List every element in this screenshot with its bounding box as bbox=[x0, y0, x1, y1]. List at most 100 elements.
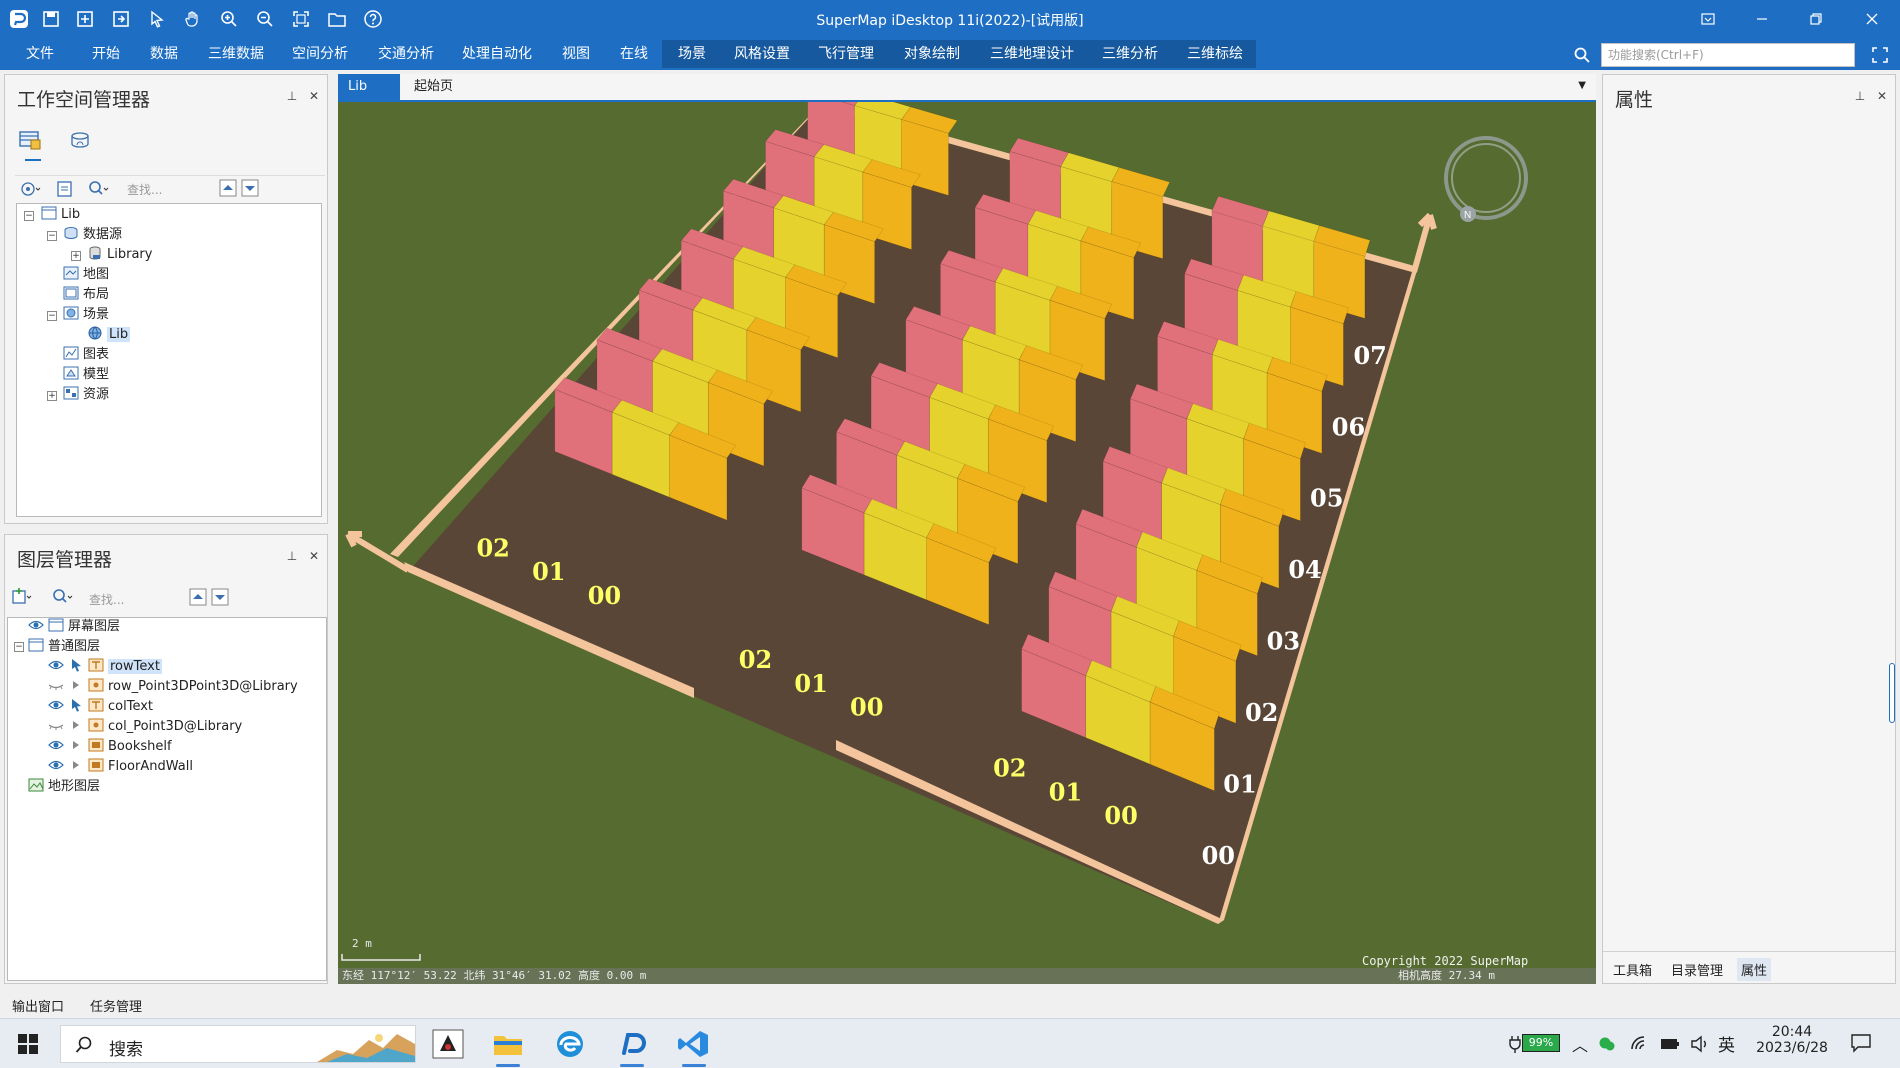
notification-icon[interactable] bbox=[1850, 1033, 1872, 1053]
menu-flight[interactable]: 飞行管理 bbox=[816, 38, 876, 70]
tab-toolbox[interactable]: 工具箱 bbox=[1613, 960, 1652, 979]
menu-3d-geo-design[interactable]: 三维地理设计 bbox=[988, 38, 1076, 70]
layer-row[interactable]: colText bbox=[48, 698, 153, 716]
workspace-view-icon[interactable] bbox=[17, 127, 43, 153]
minimize-button[interactable] bbox=[1742, 6, 1782, 32]
tree-node-layouts[interactable]: 布局 bbox=[63, 286, 109, 304]
restore-button[interactable] bbox=[1796, 6, 1836, 32]
open-folder-icon[interactable] bbox=[326, 8, 348, 30]
tab-task-manager[interactable]: 任务管理 bbox=[90, 996, 142, 1015]
play-arrow-icon[interactable] bbox=[68, 718, 84, 732]
tab-output-window[interactable]: 输出窗口 bbox=[12, 996, 64, 1015]
battery-indicator[interactable]: 99% bbox=[1522, 1034, 1560, 1052]
wechat-icon[interactable] bbox=[1598, 1035, 1616, 1053]
pin-icon[interactable]: ⊥ bbox=[285, 89, 299, 103]
menu-style[interactable]: 风格设置 bbox=[732, 38, 792, 70]
power-plug-icon[interactable] bbox=[1508, 1035, 1522, 1053]
expand-toggle[interactable]: + bbox=[71, 251, 81, 261]
scene-viewport[interactable]: N 07 06 05 04 03 02 01 00 02 01 00 02 01 00 02 01 00 2 … bbox=[338, 102, 1596, 984]
function-search-input[interactable]: 功能搜索(Ctrl+F) bbox=[1601, 43, 1855, 67]
new-workspace-icon[interactable] bbox=[74, 8, 96, 30]
add-layer-icon[interactable] bbox=[11, 587, 33, 607]
scene-canvas[interactable]: N 07 06 05 04 03 02 01 00 02 01 00 02 01 00 02 01 00 2 … bbox=[338, 102, 1596, 984]
taskbar-search-box[interactable]: 搜索 bbox=[60, 1025, 416, 1063]
app-logo-icon[interactable] bbox=[8, 8, 30, 30]
workspace-options-icon[interactable] bbox=[19, 179, 41, 199]
layer-row[interactable]: rowText bbox=[48, 658, 162, 676]
move-up-icon[interactable] bbox=[219, 179, 237, 197]
eye-icon[interactable] bbox=[48, 758, 64, 772]
taskbar-app-vscode[interactable] bbox=[676, 1027, 712, 1067]
pin-icon[interactable]: ⊥ bbox=[285, 549, 299, 563]
collapse-toggle[interactable]: − bbox=[47, 231, 57, 241]
close-icon[interactable]: ✕ bbox=[307, 549, 321, 563]
layer-row[interactable]: col_Point3D@Library bbox=[48, 718, 242, 736]
eye-closed-icon[interactable] bbox=[48, 718, 64, 732]
menu-data[interactable]: 数据 bbox=[148, 38, 180, 70]
taskbar-app-supermap[interactable] bbox=[614, 1027, 650, 1067]
menu-3d-data[interactable]: 三维数据 bbox=[206, 38, 266, 70]
eye-icon[interactable] bbox=[48, 658, 64, 672]
find-icon[interactable] bbox=[51, 587, 73, 607]
tab-lib[interactable]: Lib ✕ bbox=[338, 74, 400, 120]
tree-node-charts[interactable]: 图表 bbox=[63, 346, 109, 364]
pointer-icon[interactable] bbox=[146, 8, 168, 30]
help-icon[interactable] bbox=[362, 8, 384, 30]
move-up-icon[interactable] bbox=[189, 588, 207, 606]
play-arrow-icon[interactable] bbox=[68, 738, 84, 752]
menu-view[interactable]: 视图 bbox=[560, 38, 592, 70]
open-workspace-icon[interactable] bbox=[110, 8, 132, 30]
eye-icon[interactable] bbox=[48, 738, 64, 752]
collapse-toggle[interactable]: − bbox=[14, 642, 24, 652]
workspace-find-input[interactable]: 查找... bbox=[127, 181, 162, 198]
windows-start-icon[interactable] bbox=[18, 1034, 38, 1054]
tree-node-library[interactable]: Library bbox=[87, 246, 152, 264]
menu-automation[interactable]: 处理自动化 bbox=[460, 38, 534, 70]
menu-3d-analysis[interactable]: 三维分析 bbox=[1100, 38, 1160, 70]
menu-traffic-analysis[interactable]: 交通分析 bbox=[376, 38, 436, 70]
menu-file[interactable]: 文件 bbox=[24, 38, 56, 70]
tree-node-scenes[interactable]: 场景 bbox=[63, 306, 109, 324]
volume-icon[interactable] bbox=[1690, 1035, 1710, 1053]
close-icon[interactable]: ✕ bbox=[1875, 89, 1889, 103]
zoom-in-icon[interactable] bbox=[218, 8, 240, 30]
scrollbar-thumb[interactable] bbox=[1889, 663, 1895, 723]
fullscreen-icon[interactable] bbox=[1871, 46, 1889, 64]
play-arrow-icon[interactable] bbox=[68, 678, 84, 692]
taskbar-app-edge[interactable] bbox=[552, 1027, 588, 1061]
tree-node-screen-layers[interactable]: 屏幕图层 bbox=[28, 618, 120, 636]
menu-3d-plotting[interactable]: 三维标绘 bbox=[1185, 38, 1245, 70]
tree-node-scene-lib[interactable]: Lib bbox=[87, 326, 131, 344]
input-method-indicator[interactable]: 英 bbox=[1718, 1031, 1735, 1056]
menu-start[interactable]: 开始 bbox=[90, 38, 122, 70]
tab-properties[interactable]: 属性 bbox=[1737, 958, 1772, 981]
tree-node-workspace[interactable]: Lib bbox=[41, 206, 80, 224]
tree-node-maps[interactable]: 地图 bbox=[63, 266, 109, 284]
eye-closed-icon[interactable] bbox=[48, 678, 64, 692]
pan-hand-icon[interactable] bbox=[182, 8, 204, 30]
layer-row[interactable]: row_Point3DPoint3D@Library bbox=[48, 678, 298, 696]
eye-icon[interactable] bbox=[28, 618, 44, 632]
full-extent-icon[interactable] bbox=[290, 8, 312, 30]
taskbar-app-inkscape[interactable] bbox=[430, 1027, 466, 1061]
chevron-up-icon[interactable]: ︿ bbox=[1572, 1032, 1588, 1056]
collapse-toggle[interactable]: − bbox=[24, 211, 34, 221]
taskbar-app-file-explorer[interactable] bbox=[490, 1027, 526, 1067]
play-arrow-icon[interactable] bbox=[68, 758, 84, 772]
ribbon-toggle-icon[interactable] bbox=[1688, 6, 1728, 32]
tree-node-models[interactable]: 模型 bbox=[63, 366, 109, 384]
eye-icon[interactable] bbox=[48, 698, 64, 712]
battery-icon[interactable] bbox=[1660, 1037, 1680, 1051]
layer-row[interactable]: FloorAndWall bbox=[48, 758, 193, 776]
search-icon[interactable] bbox=[1573, 46, 1591, 64]
select-arrow-icon[interactable] bbox=[68, 658, 84, 672]
pin-icon[interactable]: ⊥ bbox=[1853, 89, 1867, 103]
tree-node-resources[interactable]: 资源 bbox=[63, 386, 109, 404]
collapse-toggle[interactable]: − bbox=[47, 311, 57, 321]
find-icon[interactable] bbox=[87, 179, 109, 199]
save-icon[interactable] bbox=[40, 8, 62, 30]
open-file-icon[interactable] bbox=[55, 179, 77, 199]
layer-find-input[interactable]: 查找... bbox=[89, 591, 124, 608]
tab-dropdown-icon[interactable]: ▼ bbox=[1578, 80, 1586, 91]
select-arrow-icon[interactable] bbox=[68, 698, 84, 712]
